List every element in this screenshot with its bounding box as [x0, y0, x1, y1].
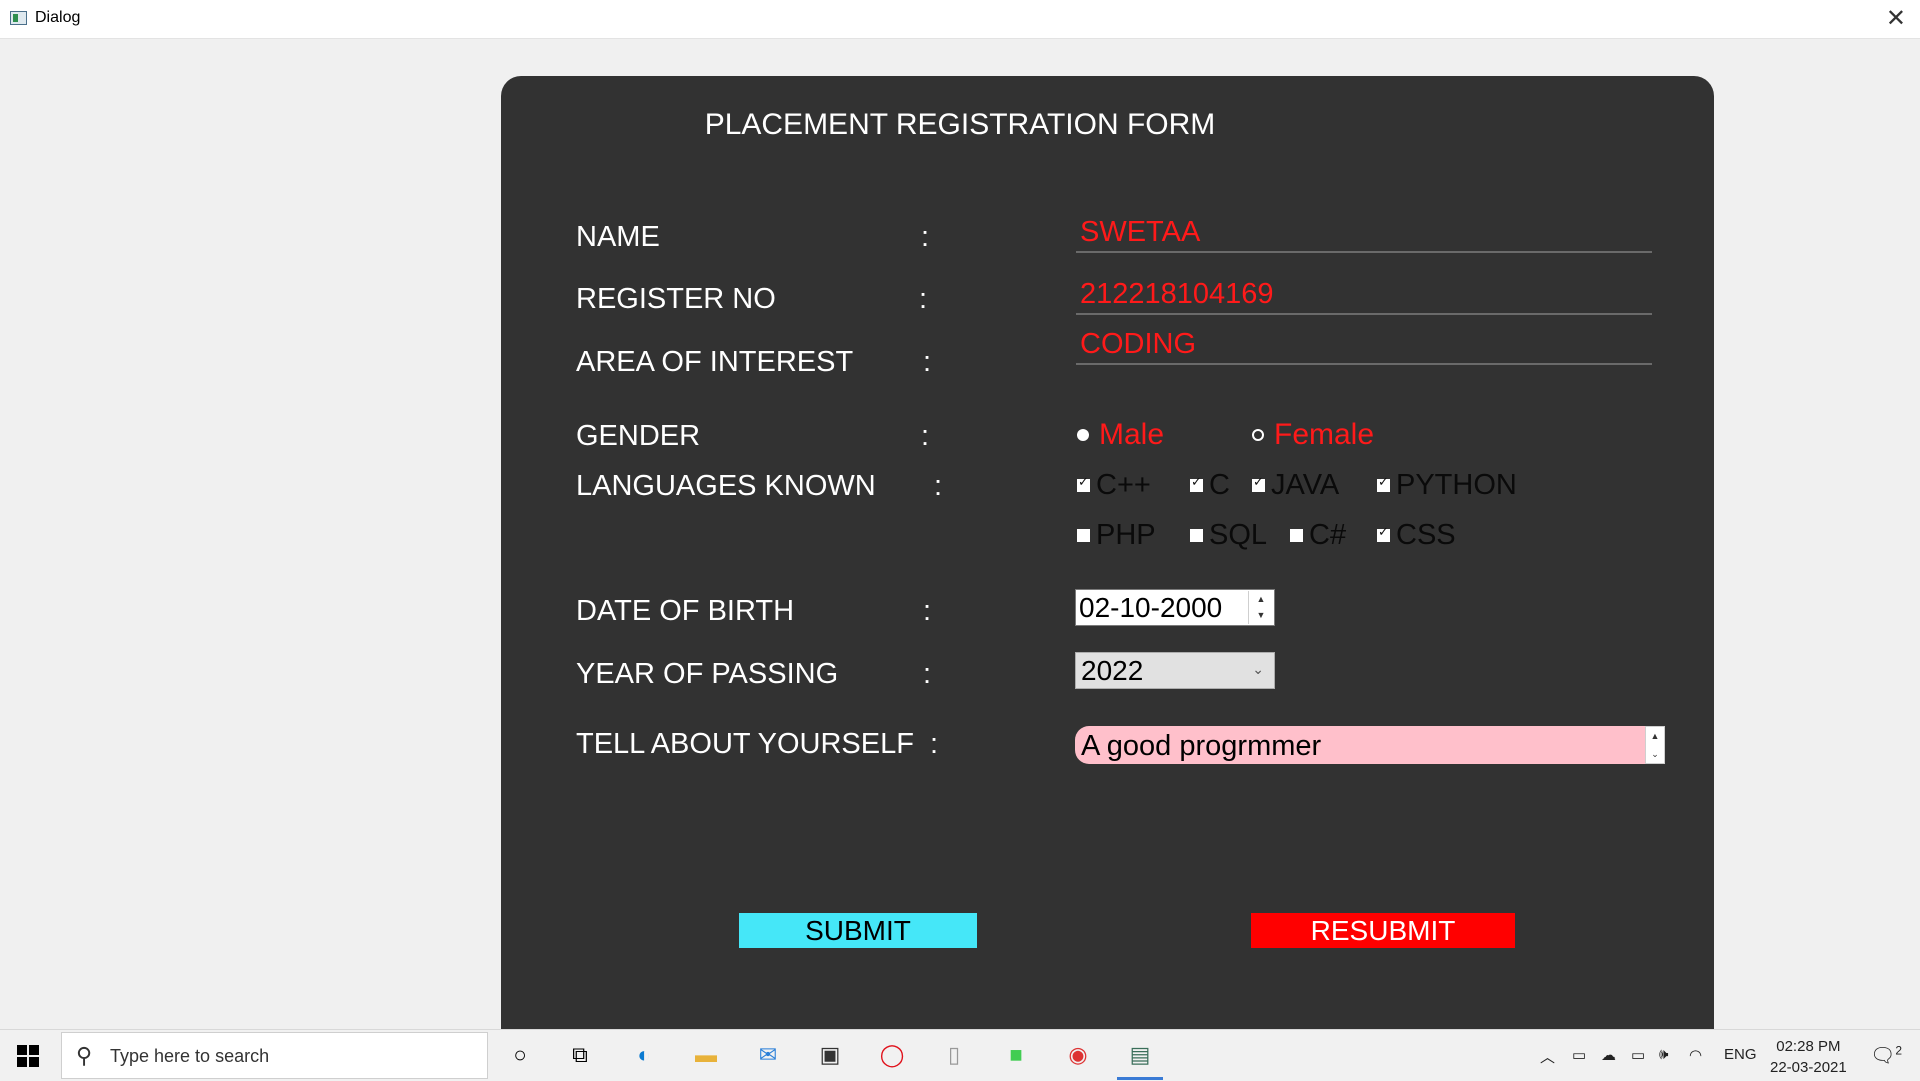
checkbox-unchecked-icon [1290, 529, 1303, 542]
checkbox-css[interactable]: CSS [1377, 519, 1456, 552]
search-icon: ⚲ [76, 1043, 93, 1068]
taskbar-search-box[interactable]: ⚲ Type here to search [61, 1032, 488, 1079]
checkbox-checked-icon [1377, 525, 1390, 542]
onedrive-icon[interactable]: ☁ [1601, 1046, 1616, 1064]
cortana-icon[interactable]: ○ [503, 1038, 537, 1072]
about-text: A good progrmmer [1081, 730, 1322, 762]
area-of-interest-field[interactable] [1076, 325, 1652, 365]
app-window-icon [10, 11, 27, 25]
checkbox-label: SQL [1209, 519, 1268, 551]
checkbox-label: PHP [1096, 519, 1156, 551]
checkbox-label: C [1209, 469, 1230, 501]
date-spinner: ▲ ▼ [1248, 591, 1273, 624]
task-view-icon[interactable]: ⧉ [563, 1038, 597, 1072]
date-of-birth-label: DATE OF BIRTH [576, 595, 795, 627]
year-of-passing-label: YEAR OF PASSING [576, 658, 839, 690]
clock[interactable]: 02:28 PM 22-03-2021 [1770, 1036, 1847, 1078]
checkbox-checked-icon [1252, 475, 1265, 492]
gender-radio-male[interactable]: Male [1077, 418, 1164, 452]
resubmit-button[interactable]: RESUBMIT [1251, 913, 1515, 948]
gender-option-label: Male [1099, 418, 1165, 451]
close-icon[interactable]: ✕ [1886, 4, 1906, 33]
radio-checked-icon [1077, 429, 1089, 441]
spin-up-icon[interactable]: ▲ [1249, 591, 1273, 607]
mail-icon[interactable]: ✉ [751, 1038, 785, 1072]
name-field[interactable] [1076, 213, 1652, 253]
languages-known-label: LANGUAGES KNOWN [576, 470, 876, 502]
dialog-app-icon[interactable]: ▤ [1117, 1038, 1163, 1080]
about-scrollbar[interactable]: ▲ ⌄ [1645, 726, 1665, 764]
gender-radio-female[interactable]: Female [1252, 418, 1374, 452]
checkbox-label: C++ [1096, 469, 1151, 501]
clock-time: 02:28 PM [1776, 1038, 1841, 1055]
wifi-icon[interactable]: ◠ [1689, 1046, 1702, 1064]
checkbox-java[interactable]: JAVA [1252, 469, 1339, 502]
submit-button[interactable]: SUBMIT [739, 913, 977, 948]
scroll-up-icon[interactable]: ▲ [1646, 727, 1664, 745]
checkbox-c[interactable]: C [1190, 469, 1230, 502]
chrome-icon[interactable]: ◉ [1061, 1038, 1095, 1072]
checkbox-checked-icon [1077, 475, 1090, 492]
chevron-down-icon: ⌄ [1252, 661, 1264, 677]
window-title: Dialog [35, 9, 81, 26]
qt-creator-icon[interactable]: ■ [999, 1038, 1033, 1072]
checkbox-cpp[interactable]: C++ [1077, 469, 1151, 502]
date-of-birth-value: 02-10-2000 [1079, 592, 1223, 623]
register-no-label: REGISTER NO [576, 283, 776, 315]
clock-date: 22-03-2021 [1770, 1059, 1847, 1076]
taskbar: ⚲ Type here to search ○ ⧉ ◐ ▬ ✉ ▣ ◯ ▯ ■ … [0, 1029, 1920, 1081]
date-of-birth-edit[interactable]: 02-10-2000 ▲ ▼ [1075, 589, 1275, 626]
checkbox-python[interactable]: PYTHON [1377, 469, 1517, 502]
year-of-passing-value: 2022 [1081, 655, 1144, 686]
name-label: NAME [576, 221, 660, 253]
checkbox-label: C# [1309, 519, 1347, 551]
tell-about-yourself-colon: : [930, 728, 939, 760]
battery-icon[interactable]: ▭ [1631, 1046, 1645, 1064]
checkbox-csharp[interactable]: C# [1290, 519, 1346, 552]
form-title: PLACEMENT REGISTRATION FORM [704, 108, 1216, 141]
store-icon[interactable]: ▣ [813, 1038, 847, 1072]
gender-colon: : [921, 420, 930, 452]
about-text-area[interactable]: A good progrmmer [1075, 726, 1645, 764]
windows-start-icon[interactable] [17, 1045, 39, 1067]
search-placeholder: Type here to search [110, 1046, 270, 1066]
spin-down-icon[interactable]: ▼ [1249, 607, 1273, 623]
checkbox-checked-icon [1190, 475, 1203, 492]
file-explorer-icon[interactable]: ▬ [689, 1038, 723, 1072]
checkbox-sql[interactable]: SQL [1190, 519, 1267, 552]
gender-label: GENDER [576, 420, 701, 452]
tell-about-yourself-label: TELL ABOUT YOURSELF [576, 728, 914, 760]
notification-center-icon[interactable]: 🗨2 [1870, 1043, 1902, 1068]
checkbox-unchecked-icon [1077, 529, 1090, 542]
opera-icon[interactable]: ◯ [875, 1038, 909, 1072]
checkbox-label: JAVA [1271, 469, 1340, 501]
radio-unchecked-icon [1252, 429, 1264, 441]
area-of-interest-colon: : [923, 346, 932, 378]
checkbox-label: PYTHON [1396, 469, 1517, 501]
register-no-field[interactable] [1076, 275, 1652, 315]
area-of-interest-label: AREA OF INTEREST [576, 346, 854, 378]
gender-option-label: Female [1274, 418, 1375, 451]
checkbox-label: CSS [1396, 519, 1456, 551]
date-of-birth-colon: : [923, 595, 932, 627]
name-colon: : [921, 221, 930, 253]
language-indicator[interactable]: ENG [1724, 1046, 1757, 1063]
window-titlebar: Dialog ✕ [0, 0, 1920, 39]
scroll-down-icon[interactable]: ⌄ [1646, 745, 1664, 763]
checkbox-unchecked-icon [1190, 529, 1203, 542]
year-of-passing-colon: : [923, 658, 932, 690]
checkbox-checked-icon [1377, 475, 1390, 492]
notification-count: 2 [1895, 1043, 1903, 1058]
checkbox-php[interactable]: PHP [1077, 519, 1156, 552]
file-icon[interactable]: ▯ [937, 1038, 971, 1072]
meet-now-icon[interactable]: ▭ [1572, 1046, 1586, 1064]
register-no-colon: : [919, 283, 928, 315]
edge-icon[interactable]: ◐ [627, 1038, 661, 1072]
about-yourself-textarea[interactable]: A good progrmmer ▲ ⌄ [1075, 726, 1665, 765]
show-hidden-icons-icon[interactable]: ︿ [1540, 1046, 1555, 1067]
languages-known-colon: : [934, 470, 943, 502]
year-of-passing-select[interactable]: 2022 ⌄ [1075, 652, 1275, 689]
volume-icon[interactable]: 🕪 [1659, 1046, 1668, 1063]
